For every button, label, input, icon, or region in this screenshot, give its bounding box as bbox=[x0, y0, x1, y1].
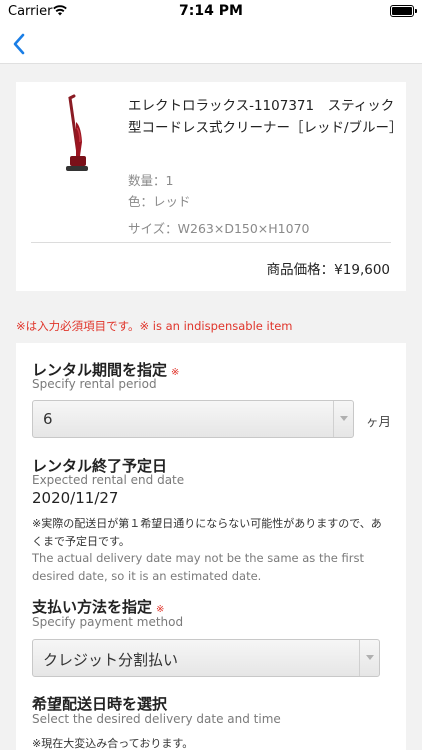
chevron-left-icon bbox=[13, 33, 25, 55]
rental-period-select[interactable]: 6 bbox=[32, 400, 354, 438]
product-color: 色：レッド bbox=[128, 194, 191, 209]
rental-form: レンタル期間を指定 ※ Specify rental period 6 ヶ月 レン… bbox=[16, 343, 406, 750]
required-mark: ※ bbox=[171, 367, 180, 378]
status-bar: Carrier 7:14 PM bbox=[0, 0, 422, 24]
product-card: エレクトロラックス-1107371 スティック型コードレス式クリーナー［レッド/… bbox=[16, 82, 406, 291]
required-mark: ※ bbox=[156, 604, 165, 615]
status-time: 7:14 PM bbox=[179, 3, 243, 19]
rental-end-date: 2020/11/27 bbox=[32, 489, 119, 507]
product-image bbox=[66, 94, 88, 171]
product-price: 商品価格：¥19,600 bbox=[266, 262, 390, 278]
rental-period-value: 6 bbox=[43, 410, 53, 428]
rental-period-unit: ヶ月 bbox=[366, 414, 392, 429]
navigation-bar bbox=[0, 24, 422, 64]
chevron-down-icon bbox=[359, 640, 379, 676]
delivery-label: 希望配送日時を選択 bbox=[32, 695, 168, 713]
product-quantity: 数量：1 bbox=[128, 173, 174, 188]
rental-period-sub: Specify rental period bbox=[32, 377, 157, 391]
product-title: エレクトロラックス-1107371 スティック型コードレス式クリーナー［レッド/… bbox=[128, 98, 403, 136]
required-note: ※は入力必須項目です。※ is an indispensable item bbox=[16, 319, 293, 333]
chevron-down-icon bbox=[333, 401, 353, 437]
back-button[interactable] bbox=[8, 29, 32, 59]
payment-label: 支払い方法を指定 ※ bbox=[32, 596, 164, 617]
rental-end-note-ja: ※実際の配送日が第１希望日通りにならない可能性がありますので、あくまで予定日です… bbox=[32, 517, 382, 548]
delivery-note: ※現在大変込み合っております。 bbox=[32, 737, 194, 750]
battery-icon bbox=[390, 5, 417, 17]
payment-sub: Specify payment method bbox=[32, 615, 184, 629]
payment-method-select[interactable]: クレジット分割払い bbox=[32, 639, 380, 677]
payment-label-text: 支払い方法を指定 bbox=[32, 598, 153, 616]
rental-end-sub: Expected rental end date bbox=[32, 473, 185, 487]
rental-end-note-en: The actual delivery date may not be the … bbox=[32, 551, 364, 583]
payment-method-value: クレジット分割払い bbox=[43, 651, 179, 669]
divider bbox=[31, 242, 391, 243]
product-size: サイズ：W263×D150×H1070 bbox=[128, 221, 310, 236]
delivery-sub: Select the desired delivery date and tim… bbox=[32, 712, 281, 726]
